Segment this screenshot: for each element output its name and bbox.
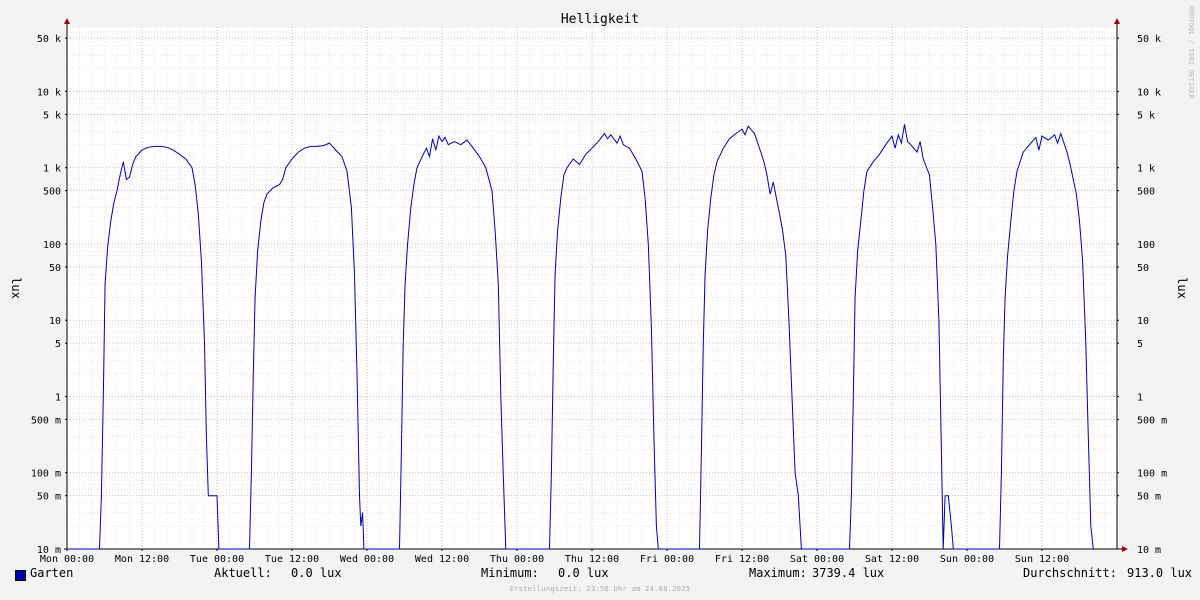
y-tick-label-right: 1 k bbox=[1137, 164, 1155, 175]
average-value: 913.0 lux bbox=[1127, 566, 1193, 580]
legend-series-name: Garten bbox=[30, 566, 74, 580]
x-tick-label: Wed 12:00 bbox=[415, 554, 469, 565]
y-tick-label-right: 50 m bbox=[1137, 492, 1161, 503]
y-tick-label-left: 500 bbox=[43, 187, 61, 198]
y-tick-label-right: 10 bbox=[1137, 316, 1149, 327]
y-tick-label-left: 50 k bbox=[37, 34, 61, 45]
x-tick-label: Fri 12:00 bbox=[715, 554, 769, 565]
y-axis-label-left: lux bbox=[9, 277, 23, 299]
aktuell-value: 0.0 lux bbox=[291, 566, 342, 580]
y-axis-right-arrow-icon bbox=[1114, 18, 1120, 24]
y-tick-label-right: 10 m bbox=[1137, 545, 1161, 556]
y-axis-left-arrow-icon bbox=[64, 18, 70, 24]
x-tick-label: Thu 12:00 bbox=[565, 554, 619, 565]
chart-svg: 50 k 10 k 5 k 1 k 500 100 50 10 5 1 500 m 100 m 50 m… bbox=[9, 12, 1189, 565]
y-tick-label-left: 5 k bbox=[43, 110, 61, 121]
x-tick-label: Sat 00:00 bbox=[790, 554, 844, 565]
y-tick-label-left: 100 bbox=[43, 240, 61, 251]
y-tick-label-right: 100 m bbox=[1137, 469, 1167, 480]
x-tick-label: Tue 12:00 bbox=[265, 554, 319, 565]
maximum-value: 3739.4 lux bbox=[812, 566, 885, 580]
minimum-label: Minimum: bbox=[481, 566, 539, 580]
y-axis-label-right: lux bbox=[1175, 277, 1189, 299]
average-label: Durchschnitt: bbox=[1023, 566, 1117, 580]
x-tick-label: Thu 00:00 bbox=[490, 554, 544, 565]
y-tick-label-right: 50 bbox=[1137, 263, 1149, 274]
rrdtool-watermark: RRDTOOL / TOBI OETIKER bbox=[1187, 6, 1195, 100]
y-tick-label-right: 50 k bbox=[1137, 34, 1161, 45]
y-tick-label-left: 50 m bbox=[37, 492, 61, 503]
y-tick-label-right: 5 bbox=[1137, 339, 1143, 350]
y-axis-left-ticks: 50 k 10 k 5 k 1 k 500 100 50 10 5 1 500 m 100 m 50 m… bbox=[31, 34, 67, 556]
y-tick-label-right: 5 k bbox=[1137, 110, 1155, 121]
x-axis-arrow-icon bbox=[1122, 546, 1128, 552]
y-tick-label-left: 100 m bbox=[31, 469, 61, 480]
chart-title: Helligkeit bbox=[561, 12, 639, 27]
y-tick-label-left: 10 k bbox=[37, 87, 61, 98]
x-axis-ticks: Mon 00:00 Mon 12:00 Tue 00:00 Tue 12:00 Wed … bbox=[40, 549, 1069, 565]
maximum-label: Maximum: bbox=[749, 566, 807, 580]
y-tick-label-right: 500 m bbox=[1137, 415, 1167, 426]
y-tick-label-left: 1 k bbox=[43, 164, 61, 175]
y-tick-label-left: 10 bbox=[49, 316, 61, 327]
creation-time-footer: Erstellungszeit: 23:58 Uhr am 24.08.2025 bbox=[509, 585, 691, 593]
y-axis-right-ticks: 50 k 10 k 5 k 1 k 500 100 50 10 5 1 500 m 100 m 50 m… bbox=[1117, 34, 1167, 556]
x-tick-label: Wed 00:00 bbox=[340, 554, 394, 565]
y-tick-label-left: 5 bbox=[55, 339, 61, 350]
watermark-text: RRDTOOL / TOBI OETIKER bbox=[1187, 6, 1195, 100]
y-tick-label-left: 500 m bbox=[31, 415, 61, 426]
x-tick-label: Tue 00:00 bbox=[190, 554, 244, 565]
x-tick-label: Sun 12:00 bbox=[1015, 554, 1069, 565]
y-tick-label-left: 50 bbox=[49, 263, 61, 274]
y-tick-label-right: 1 bbox=[1137, 392, 1143, 403]
aktuell-label: Aktuell: bbox=[214, 566, 272, 580]
y-tick-label-right: 100 bbox=[1137, 240, 1155, 251]
legend-stats-row: Garten Aktuell: 0.0 lux Minimum: 0.0 lux… bbox=[0, 566, 1200, 586]
x-tick-label: Sat 12:00 bbox=[865, 554, 919, 565]
x-tick-label: Sun 00:00 bbox=[940, 554, 994, 565]
x-tick-label: Mon 00:00 bbox=[40, 554, 94, 565]
x-tick-label: Mon 12:00 bbox=[115, 554, 169, 565]
y-tick-label-left: 1 bbox=[55, 392, 61, 403]
minimum-value: 0.0 lux bbox=[558, 566, 609, 580]
y-tick-label-right: 500 bbox=[1137, 187, 1155, 198]
x-tick-label: Fri 00:00 bbox=[640, 554, 694, 565]
y-tick-label-right: 10 k bbox=[1137, 87, 1161, 98]
